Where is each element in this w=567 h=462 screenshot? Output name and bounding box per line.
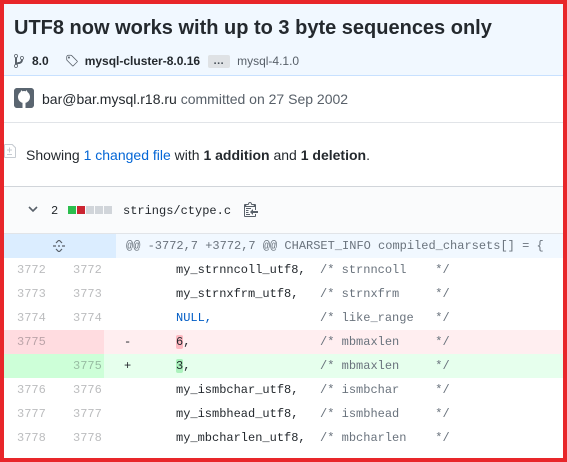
new-line-number[interactable]: 3778	[54, 426, 104, 450]
branch-icon	[14, 53, 24, 68]
diff-row: 3776 3776 my_ismbchar_utf8, /* ismbchar …	[4, 378, 563, 402]
diffstat-blocks	[68, 206, 113, 214]
summary-and: and	[273, 147, 297, 163]
expand-tags-button[interactable]: …	[208, 54, 231, 68]
file-header: 2 strings/ctype.c	[4, 187, 563, 234]
new-line-number[interactable]: 3772	[54, 258, 104, 282]
old-line-number[interactable]: 3777	[4, 402, 54, 426]
new-line-number[interactable]: 3777	[54, 402, 104, 426]
clipboard-icon[interactable]	[244, 201, 258, 217]
new-line-number[interactable]: 3774	[54, 306, 104, 330]
unfold-icon	[53, 240, 65, 252]
code-line: my_mbcharlen_utf8, /* mbcharlen */	[176, 431, 450, 445]
avatar[interactable]	[14, 88, 34, 108]
deletions-count: 1 deletion	[300, 147, 367, 163]
old-line-number[interactable]: 3774	[4, 306, 54, 330]
code-line: 3, /* mbmaxlen */	[176, 359, 450, 373]
diffstat-block	[77, 206, 85, 214]
summary-with: with	[174, 147, 200, 163]
file-diff: 2 strings/ctype.c @@ -3772,7 +3772,7 @@ …	[4, 186, 563, 459]
diff-row: 3774 3774 NULL, /* like_range */	[4, 306, 563, 330]
old-line-number[interactable]	[4, 354, 54, 378]
new-line-number[interactable]	[54, 330, 104, 354]
diff-row-deletion: 3775 - 6, /* mbmaxlen */	[4, 330, 563, 354]
hunk-header-row: @@ -3772,7 +3772,7 @@ CHARSET_INFO compi…	[4, 234, 563, 258]
chevron-down-icon[interactable]	[27, 203, 39, 215]
tag-link[interactable]: mysql-cluster-8.0.16	[85, 54, 200, 68]
diff-row: 3777 3777 my_ismbhead_utf8, /* ismbhead …	[4, 402, 563, 426]
commit-refs: 8.0 mysql-cluster-8.0.16 … mysql-4.1.0	[12, 53, 299, 69]
hunk-header: @@ -3772,7 +3772,7 @@ CHARSET_INFO compi…	[126, 239, 544, 253]
commit-header: UTF8 now works with up to 3 byte sequenc…	[4, 4, 563, 76]
code-line: my_strnxfrm_utf8, /* strnxfrm */	[176, 287, 450, 301]
deletion-marker: -	[124, 335, 132, 349]
code-line: my_ismbchar_utf8, /* ismbchar */	[176, 383, 450, 397]
new-line-number[interactable]: 3773	[54, 282, 104, 306]
diff-row-addition: 3775 + 3, /* mbmaxlen */	[4, 354, 563, 378]
diffstat-block	[95, 206, 103, 214]
commit-title: UTF8 now works with up to 3 byte sequenc…	[14, 17, 492, 39]
new-line-number[interactable]: 3775	[54, 354, 104, 378]
changed-files-link[interactable]: 1 changed file	[84, 147, 171, 163]
code-line: my_ismbhead_utf8, /* ismbhead */	[176, 407, 450, 421]
new-line-number[interactable]: 3776	[54, 378, 104, 402]
summary-period: .	[366, 147, 370, 163]
commit-date: committed on 27 Sep 2002	[180, 91, 349, 107]
old-line-number[interactable]: 3772	[4, 258, 54, 282]
author-link[interactable]: bar@bar.mysql.r18.ru	[42, 91, 177, 107]
commit-meta: bar@bar.mysql.r18.ru committed on 27 Sep…	[4, 76, 563, 123]
file-name[interactable]: strings/ctype.c	[123, 204, 231, 218]
code-line: my_strnncoll_utf8, /* strnncoll */	[176, 263, 450, 277]
expand-hunk-button[interactable]	[4, 234, 116, 258]
file-diff-icon	[4, 144, 16, 158]
commit-meta-text: bar@bar.mysql.r18.ru committed on 27 Sep…	[42, 91, 348, 107]
diff-row: 3772 3772 my_strnncoll_utf8, /* strnncol…	[4, 258, 563, 282]
old-line-number[interactable]: 3776	[4, 378, 54, 402]
old-line-number[interactable]: 3773	[4, 282, 54, 306]
code-line: NULL, /* like_range */	[176, 311, 450, 325]
diffstat-block	[104, 206, 112, 214]
additions-count: 1 addition	[203, 147, 270, 163]
diffstat-block	[86, 206, 94, 214]
tag-icon	[66, 54, 78, 67]
tag-link-last[interactable]: mysql-4.1.0	[237, 54, 299, 68]
file-changes-count: 2	[51, 204, 59, 218]
diff-summary: Showing 1 changed file with 1 addition a…	[4, 135, 563, 175]
code-line: 6, /* mbmaxlen */	[176, 335, 450, 349]
old-line-number[interactable]: 3775	[4, 330, 54, 354]
branch-link[interactable]: 8.0	[32, 54, 49, 68]
summary-showing: Showing	[26, 147, 80, 163]
diffstat-block	[68, 206, 76, 214]
diff-summary-text: Showing 1 changed file with 1 addition a…	[26, 147, 370, 163]
old-line-number[interactable]: 3778	[4, 426, 54, 450]
addition-marker: +	[124, 359, 132, 373]
diff-row: 3778 3778 my_mbcharlen_utf8, /* mbcharle…	[4, 426, 563, 450]
diff-row: 3773 3773 my_strnxfrm_utf8, /* strnxfrm …	[4, 282, 563, 306]
